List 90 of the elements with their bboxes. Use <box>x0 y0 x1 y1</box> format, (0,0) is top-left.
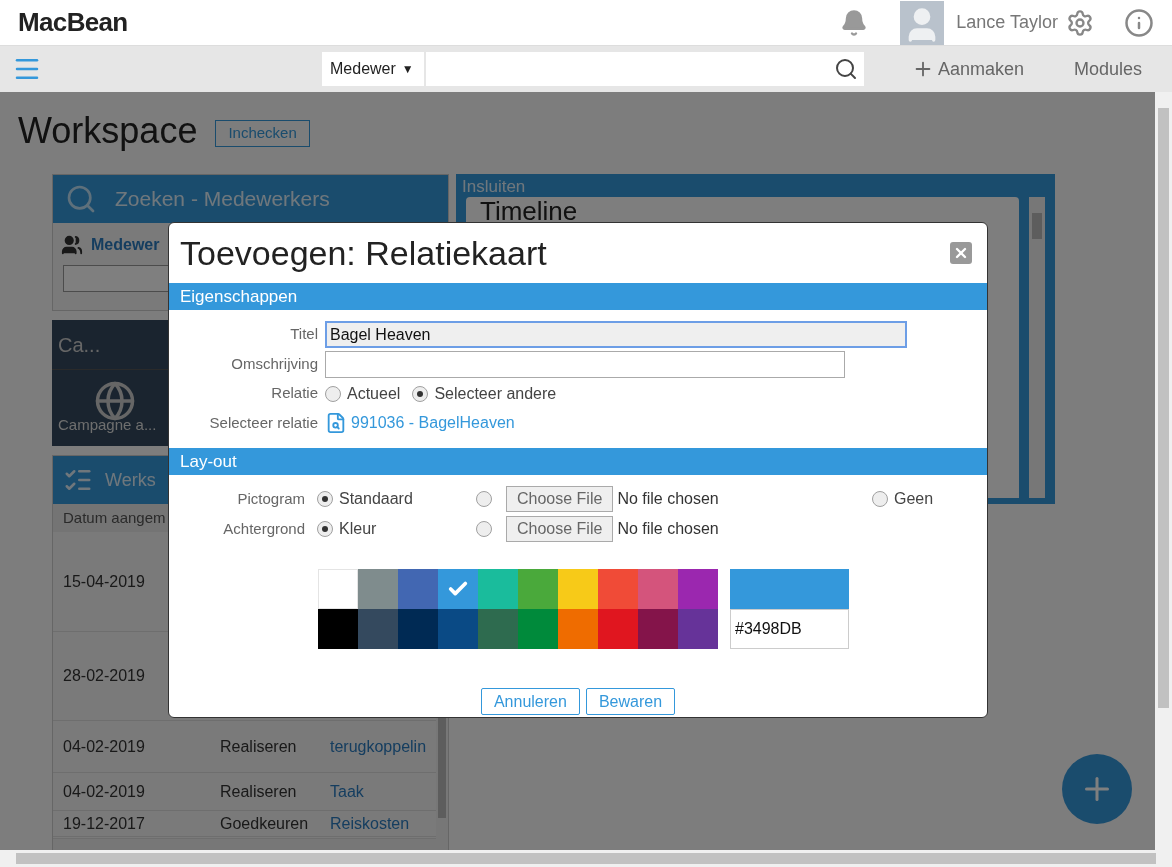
color-swatch[interactable] <box>678 569 718 609</box>
relation-link[interactable]: 991036 - BagelHeaven <box>351 411 515 435</box>
hex-input[interactable]: #3498DB <box>730 609 849 649</box>
radio-label[interactable]: Standaard <box>339 487 413 511</box>
field-label: Omschrijving <box>230 353 319 374</box>
field-label: Achtergrond <box>222 518 306 539</box>
dialog-title: Toevoegen: Relatiekaart <box>180 232 547 274</box>
panel-title: Werks <box>105 468 156 492</box>
color-swatch[interactable] <box>438 569 478 609</box>
column-header[interactable]: Datum aangem <box>63 506 166 530</box>
action-cell-text: Goedkeuren <box>220 813 310 834</box>
page-scrollbar[interactable] <box>1155 92 1172 850</box>
title-input[interactable]: Bagel Heaven <box>325 321 907 348</box>
user-name[interactable]: Lance Taylor <box>956 9 1058 36</box>
color-swatch[interactable] <box>518 569 558 609</box>
action-cell-text: Realiseren <box>220 736 298 757</box>
radio-button[interactable] <box>872 491 888 507</box>
color-swatch[interactable] <box>518 609 558 649</box>
close-icon <box>953 245 969 261</box>
close-button[interactable] <box>950 242 972 264</box>
color-swatch[interactable] <box>478 569 518 609</box>
radio-button[interactable] <box>412 385 429 402</box>
radio-label[interactable]: Geen <box>894 487 934 511</box>
save-button[interactable]: Bewaren <box>585 688 676 715</box>
field-label: Relatie <box>270 383 319 404</box>
horizontal-scrollbar[interactable] <box>0 850 1172 867</box>
create-button[interactable]: Aanmaken <box>912 55 1025 83</box>
vertical-scrollbar[interactable] <box>1029 197 1045 498</box>
color-swatch[interactable] <box>598 609 638 649</box>
item-link[interactable]: Taak <box>330 779 364 804</box>
color-swatch[interactable] <box>398 569 438 609</box>
search-icon <box>65 183 97 215</box>
date-cell-text: 28-02-2019 <box>63 666 146 686</box>
color-swatch[interactable] <box>678 609 718 649</box>
color-swatch[interactable] <box>358 569 398 609</box>
color-swatch[interactable] <box>558 609 598 649</box>
choose-file-button[interactable]: Choose File <box>506 486 614 512</box>
app-logo: MacBean <box>18 6 128 39</box>
field-label: Medewer <box>91 235 160 255</box>
panel-title: Insluiten <box>462 176 527 197</box>
color-swatch[interactable] <box>598 569 638 609</box>
item-link[interactable]: Reiskosten <box>330 811 410 836</box>
file-status: No file chosen <box>617 519 719 539</box>
bell-icon[interactable] <box>840 8 869 37</box>
radio-button[interactable] <box>325 385 341 402</box>
file-status: No file chosen <box>617 489 719 509</box>
item-link[interactable]: terugkoppelin <box>330 734 427 759</box>
campaign-name[interactable]: Campagne a... <box>58 414 157 437</box>
color-swatch[interactable] <box>398 609 438 649</box>
cancel-button[interactable]: Annuleren <box>480 688 580 715</box>
color-swatch[interactable] <box>438 609 478 649</box>
info-icon[interactable] <box>1124 7 1154 38</box>
date-cell-text: 19-12-2017 <box>63 813 146 834</box>
search-field[interactable] <box>426 52 864 86</box>
color-swatch[interactable] <box>638 609 678 649</box>
color-swatch[interactable] <box>358 609 398 649</box>
settings-icon[interactable] <box>1066 8 1094 37</box>
color-swatch[interactable] <box>318 569 358 609</box>
file-search-icon[interactable] <box>325 412 347 434</box>
people-icon <box>61 234 83 256</box>
action-cell-text: Realiseren <box>220 781 298 802</box>
color-swatch[interactable] <box>638 569 678 609</box>
field-label: Pictogram <box>236 488 306 509</box>
radio-button[interactable] <box>476 521 492 537</box>
search-icon[interactable] <box>834 57 858 81</box>
page-title: Workspace <box>18 109 198 153</box>
search-scope-dropdown[interactable]: Medewer ▼ <box>322 52 424 86</box>
panel-title: Ca... <box>58 332 101 358</box>
description-input[interactable] <box>325 350 845 378</box>
field-label: Selecteer relatie <box>208 412 319 433</box>
radio-button[interactable] <box>476 491 492 507</box>
color-swatch[interactable] <box>318 609 358 649</box>
date-cell-text: 04-02-2019 <box>63 736 146 757</box>
radio-button[interactable] <box>317 491 333 507</box>
radio-label[interactable]: Selecteer andere <box>434 381 557 406</box>
globe-icon <box>94 380 136 422</box>
card-title: Timeline <box>480 196 578 226</box>
panel-title: Zoeken - Medewerkers <box>115 186 330 213</box>
section-header: Eigenschappen <box>169 283 987 310</box>
date-cell-text: 15-04-2019 <box>63 571 146 592</box>
section-header: Lay-out <box>169 448 987 475</box>
date-cell-text: 04-02-2019 <box>63 781 146 802</box>
modules-button[interactable]: Modules <box>1074 55 1143 83</box>
choose-file-button[interactable]: Choose File <box>506 516 614 542</box>
radio-button[interactable] <box>317 521 333 537</box>
color-swatch[interactable] <box>558 569 598 609</box>
radio-label[interactable]: Kleur <box>339 517 377 541</box>
color-swatch[interactable] <box>478 609 518 649</box>
radio-label[interactable]: Actueel <box>347 381 401 406</box>
field-label: Titel <box>289 324 319 345</box>
